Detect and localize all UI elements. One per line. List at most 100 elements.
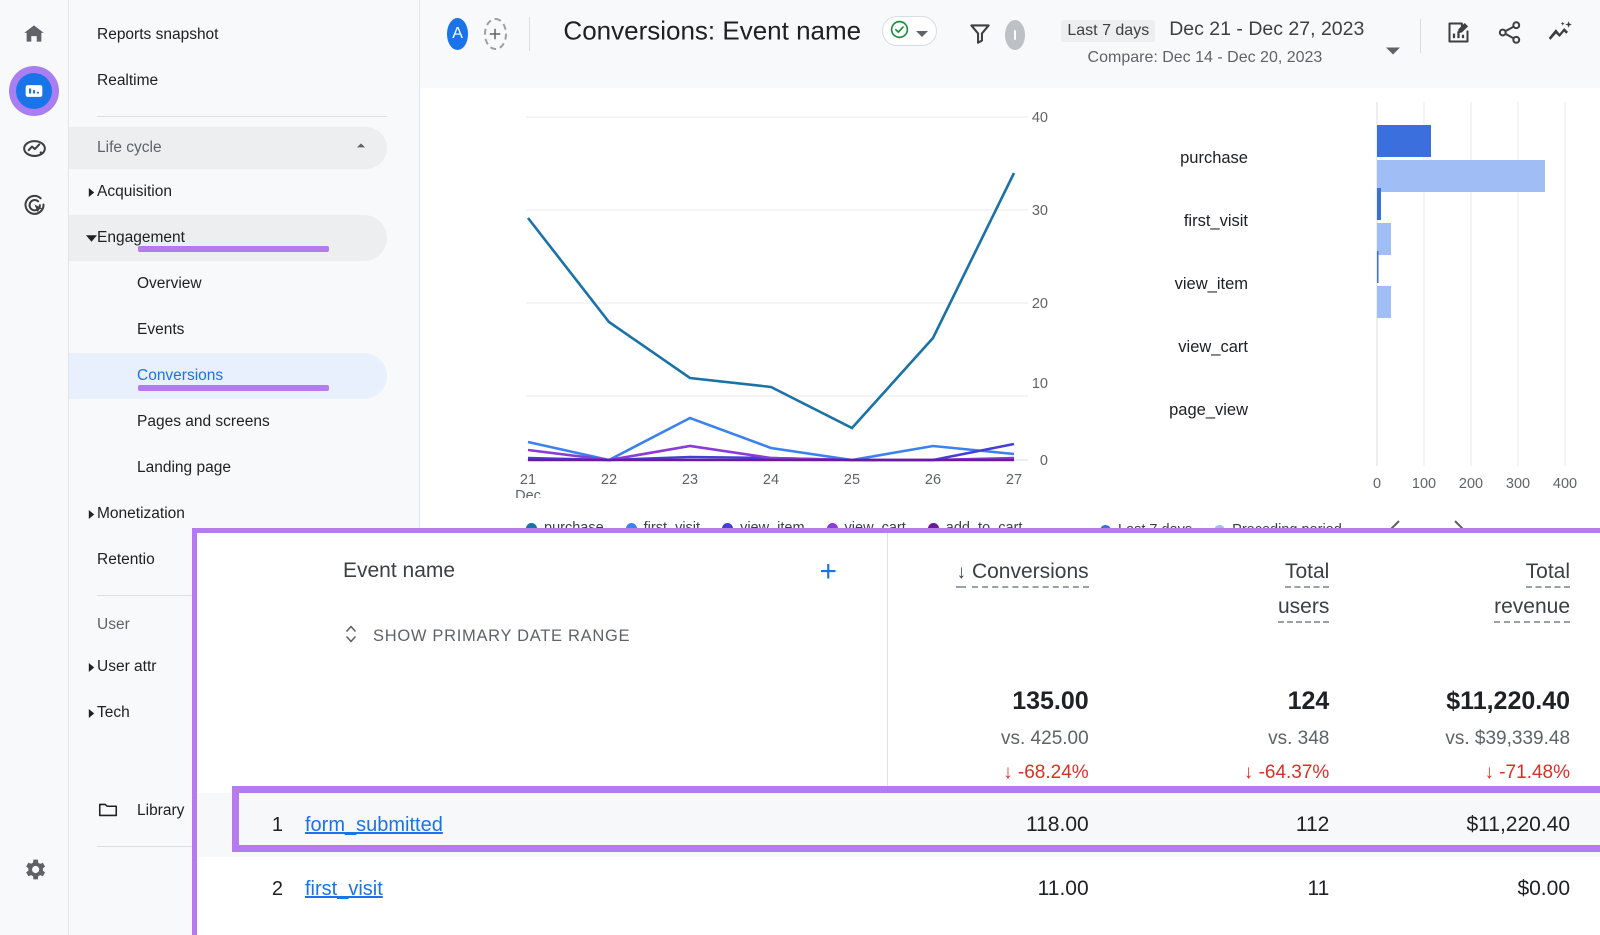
- header-separator: [529, 17, 530, 51]
- sidebar-item-label: Conversions: [137, 367, 223, 385]
- home-icon[interactable]: [10, 10, 58, 58]
- metric-header-label2: revenue: [1494, 595, 1570, 623]
- date-range-selector[interactable]: Last 7 days Dec 21 - Dec 27, 2023 Compar…: [1061, 18, 1364, 67]
- sidebar-item-overview[interactable]: Overview: [69, 261, 387, 307]
- date-range-text: Dec 21 - Dec 27, 2023: [1169, 18, 1364, 41]
- summary-value: 124: [1129, 687, 1330, 716]
- sidebar-item-conversions[interactable]: Conversions: [69, 353, 387, 399]
- row-dimension-block: 2 first_visit: [197, 878, 887, 901]
- chevron-down-icon[interactable]: [1386, 44, 1400, 63]
- row-conversions: 118.00: [888, 813, 1129, 837]
- data-table-overlay: Event name + SHOW PRIMARY DATE RANGE ↓Co…: [192, 528, 1600, 935]
- row-total-users: 112: [1129, 813, 1370, 837]
- metric-header-total-users[interactable]: Total users: [1129, 533, 1370, 673]
- page-title: Conversions: Event name: [563, 14, 937, 47]
- svg-text:view_cart: view_cart: [1178, 338, 1248, 356]
- show-primary-date-range-toggle[interactable]: SHOW PRIMARY DATE RANGE: [343, 623, 887, 650]
- line-chart-card: 40 30 20 10 0 21 Dec 22 23 24: [448, 88, 1078, 538]
- metric-header-line: users: [1129, 590, 1330, 625]
- date-preset-chip: Last 7 days: [1061, 20, 1155, 42]
- table-summary-row: 135.00 vs. 425.00 ↓ -68.24% 124 vs. 348 …: [197, 673, 1600, 793]
- summary-comparison: vs. 348: [1129, 728, 1330, 750]
- report-header: A Conversions: Event name La: [420, 0, 1600, 88]
- bar-chart-card: purchase first_visit view_item view_cart…: [1096, 88, 1600, 538]
- insights-icon[interactable]: [1547, 19, 1574, 51]
- bar-chart[interactable]: purchase first_visit view_item view_cart…: [1096, 88, 1600, 498]
- data-table: Event name + SHOW PRIMARY DATE RANGE ↓Co…: [197, 533, 1600, 921]
- sidebar-item-events[interactable]: Events: [69, 307, 387, 353]
- sidebar-item-pages-and-screens[interactable]: Pages and screens: [69, 399, 387, 445]
- info-icon[interactable]: [1005, 20, 1025, 50]
- table-row[interactable]: 1 form_submitted 118.00 112 $11,220.40: [197, 793, 1600, 857]
- metric-header-conversions[interactable]: ↓Conversions: [888, 533, 1129, 673]
- summary-delta: ↓ -68.24%: [888, 762, 1089, 784]
- summary-value: 135.00: [888, 687, 1089, 716]
- event-name-link[interactable]: first_visit: [305, 878, 383, 900]
- chevron-right-icon: [85, 186, 97, 198]
- metric-header-total-revenue[interactable]: Total revenue: [1369, 533, 1600, 673]
- metric-header-label: Conversions: [972, 560, 1089, 588]
- reports-icon-inner: [16, 73, 52, 109]
- summary-delta: ↓ -71.48%: [1369, 762, 1570, 784]
- share-icon[interactable]: [1496, 19, 1523, 51]
- summary-metric-cells: 135.00 vs. 425.00 ↓ -68.24% 124 vs. 348 …: [888, 673, 1600, 793]
- row-dimension-name: form_submitted: [305, 814, 887, 837]
- date-range-row: Last 7 days Dec 21 - Dec 27, 2023: [1061, 18, 1364, 42]
- folder-icon: [97, 798, 119, 825]
- svg-text:20: 20: [1032, 296, 1048, 312]
- svg-text:0: 0: [1040, 453, 1048, 469]
- chevron-down-icon: [85, 232, 97, 244]
- filter-icon[interactable]: [967, 20, 993, 51]
- metric-header-label2: users: [1278, 595, 1329, 623]
- edit-report-icon[interactable]: [1445, 19, 1472, 51]
- advertising-icon[interactable]: [10, 180, 58, 228]
- svg-text:40: 40: [1032, 110, 1048, 126]
- sidebar-item-reports-snapshot[interactable]: Reports snapshot: [69, 12, 387, 58]
- svg-text:view_item: view_item: [1175, 275, 1248, 293]
- table-row[interactable]: 2 first_visit 11.00 11 $0.00: [197, 857, 1600, 921]
- sidebar-item-acquisition[interactable]: Acquisition: [69, 169, 387, 215]
- svg-text:26: 26: [925, 472, 941, 488]
- summary-delta: ↓ -64.37%: [1129, 762, 1330, 784]
- svg-text:first_visit: first_visit: [1184, 212, 1249, 230]
- plus-icon[interactable]: +: [819, 557, 837, 587]
- metric-header-line: Total: [1369, 555, 1570, 590]
- sidebar-item-engagement[interactable]: Engagement: [69, 215, 387, 261]
- metric-header-line: ↓Conversions: [888, 555, 1089, 590]
- check-circle-icon: [889, 16, 910, 47]
- line-chart[interactable]: 40 30 20 10 0 21 Dec 22 23 24: [448, 88, 1078, 498]
- svg-text:100: 100: [1412, 476, 1436, 492]
- sidebar-item-label: Reports snapshot: [97, 26, 219, 44]
- summary-value: $11,220.40: [1369, 687, 1570, 716]
- sidebar-item-label: Realtime: [97, 72, 158, 90]
- plus-circle-icon[interactable]: [484, 18, 507, 50]
- sidebar-item-label: Engagement: [97, 229, 185, 247]
- metric-header-label: Total: [1526, 560, 1570, 588]
- svg-text:22: 22: [601, 472, 617, 488]
- sidebar-item-realtime[interactable]: Realtime: [69, 58, 387, 104]
- summary-conversions: 135.00 vs. 425.00 ↓ -68.24%: [888, 673, 1129, 793]
- sidebar-divider: [97, 116, 387, 117]
- summary-comparison: vs. 425.00: [888, 728, 1089, 750]
- row-dimension-block: 1 form_submitted: [197, 814, 887, 837]
- metric-header-line: Total: [1129, 555, 1330, 590]
- sidebar-item-label: Monetization: [97, 505, 185, 523]
- date-compare-text: Compare: Dec 14 - Dec 20, 2023: [1061, 49, 1364, 67]
- sidebar-item-label: Events: [137, 321, 184, 339]
- svg-text:23: 23: [682, 472, 698, 488]
- svg-text:10: 10: [1032, 376, 1048, 392]
- avatar[interactable]: A: [447, 18, 468, 50]
- gear-icon[interactable]: [10, 845, 58, 893]
- row-conversions: 11.00: [888, 877, 1129, 901]
- svg-text:21: 21: [520, 472, 536, 488]
- sidebar-item-landing-page[interactable]: Landing page: [69, 445, 387, 491]
- conversion-event-chip[interactable]: [882, 16, 937, 46]
- explore-icon[interactable]: [10, 124, 58, 172]
- event-name-link[interactable]: form_submitted: [305, 814, 443, 836]
- chevron-up-icon: [353, 138, 369, 159]
- metric-header-cells: ↓Conversions Total users Total revenue: [888, 533, 1600, 673]
- arrow-down-icon: ↓: [956, 562, 966, 588]
- sidebar-section-life-cycle[interactable]: Life cycle: [69, 127, 387, 169]
- row-dimension-name: first_visit: [305, 878, 887, 901]
- reports-icon[interactable]: [9, 66, 59, 116]
